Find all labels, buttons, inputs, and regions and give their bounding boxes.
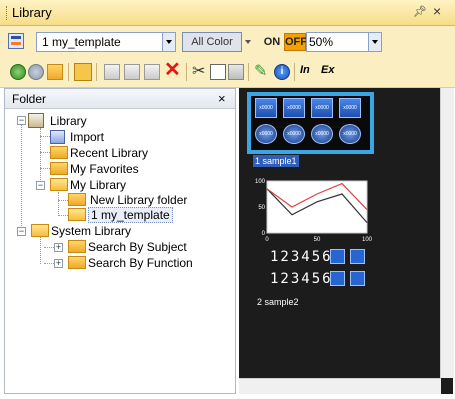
- round-button-preview: x0000: [283, 124, 305, 144]
- chevron-down-icon[interactable]: [368, 33, 381, 51]
- tree-item-new-library-folder[interactable]: New Library folder: [90, 193, 187, 207]
- plot-area: [266, 180, 368, 234]
- ex-tool-icon[interactable]: Ex: [321, 64, 334, 76]
- library-root-icon: [28, 113, 44, 128]
- close-window-button[interactable]: ×: [433, 3, 441, 19]
- open-folder-icon: [68, 208, 86, 221]
- sample1-label[interactable]: 1 sample1: [253, 155, 299, 167]
- x-tick-label: 0: [265, 237, 269, 242]
- sample2-line-chart: 0 50 100100500: [255, 179, 373, 242]
- expand-search-by-function-toggle[interactable]: +: [54, 259, 63, 268]
- edit-pencil-icon[interactable]: ✎: [254, 64, 270, 80]
- delete-icon[interactable]: ✕: [164, 60, 181, 80]
- chevron-down-icon[interactable]: [162, 33, 175, 51]
- pin-icon[interactable]: 📌︎: [413, 5, 427, 18]
- folder-icon: [68, 240, 86, 253]
- expand-search-by-subject-toggle[interactable]: +: [54, 243, 63, 252]
- template-select-value: 1 my_template: [42, 35, 121, 49]
- round-button-preview: x0000: [255, 124, 277, 144]
- off-button[interactable]: OFF: [284, 33, 307, 51]
- y-tick-label: 100: [255, 179, 266, 185]
- export-icon[interactable]: [144, 64, 160, 80]
- all-color-dropdown-icon[interactable]: [243, 33, 255, 51]
- square-button-preview: x0000: [255, 98, 277, 118]
- collapse-library-toggle[interactable]: −: [17, 116, 26, 125]
- folder-up-icon[interactable]: [47, 64, 63, 80]
- x-tick-label: 50: [314, 237, 321, 242]
- close-folder-panel-button[interactable]: ×: [218, 91, 226, 106]
- tree-item-library[interactable]: Library: [50, 114, 87, 128]
- numeric-display: 123456: [270, 249, 333, 265]
- open-folder-icon: [50, 178, 68, 191]
- folder-icon: [68, 256, 86, 269]
- folder-tree-toggle-icon[interactable]: [74, 63, 92, 81]
- lamp-indicator: [330, 249, 345, 264]
- back-icon[interactable]: [10, 64, 26, 80]
- x-tick-label: 100: [362, 237, 373, 242]
- y-tick-label: 50: [258, 205, 265, 211]
- lamp-indicator: [350, 249, 365, 264]
- tree-item-system-library[interactable]: System Library: [51, 224, 131, 238]
- collapse-system-library-toggle[interactable]: −: [17, 227, 26, 236]
- tree-item-my-favorites[interactable]: My Favorites: [70, 162, 139, 176]
- vertical-scrollbar[interactable]: [440, 88, 454, 378]
- all-color-button[interactable]: All Color: [182, 32, 242, 52]
- lamp-indicator: [350, 271, 365, 286]
- library-icon[interactable]: [8, 33, 24, 49]
- square-button-preview: x0000: [283, 98, 305, 118]
- round-button-preview: x0000: [339, 124, 361, 144]
- paste-icon[interactable]: [228, 64, 244, 80]
- folder-icon: [50, 162, 68, 175]
- tree-item-my-template[interactable]: 1 my_template: [88, 207, 173, 223]
- tree-item-import[interactable]: Import: [70, 130, 104, 144]
- horizontal-scrollbar[interactable]: [239, 378, 441, 394]
- title-bar: [0, 0, 455, 26]
- zoom-select-value: 50%: [309, 35, 334, 49]
- new-item-icon[interactable]: [124, 64, 140, 80]
- folder-icon: [50, 146, 68, 159]
- copy-icon[interactable]: [210, 64, 226, 80]
- drag-grip[interactable]: [6, 6, 8, 20]
- new-folder-icon: [68, 193, 86, 206]
- text-tool-icon[interactable]: In: [300, 64, 310, 76]
- on-button[interactable]: ON: [261, 33, 283, 51]
- window-title: Library: [12, 5, 52, 20]
- square-button-preview: x0000: [339, 98, 361, 118]
- new-folder-icon[interactable]: [104, 64, 120, 80]
- sample2-label[interactable]: 2 sample2: [257, 297, 299, 307]
- round-button-preview: x0000: [311, 124, 333, 144]
- info-icon[interactable]: i: [274, 64, 290, 80]
- import-icon: [50, 130, 65, 144]
- numeric-display: 123456: [270, 271, 333, 287]
- tree-item-recent-library[interactable]: Recent Library: [70, 146, 148, 160]
- cut-icon[interactable]: ✂: [192, 64, 208, 80]
- folder-panel-title: Folder: [12, 92, 47, 106]
- tree-item-my-library[interactable]: My Library: [70, 178, 126, 192]
- square-button-preview: x0000: [311, 98, 333, 118]
- open-folder-icon: [31, 224, 49, 237]
- tree-item-search-by-function[interactable]: Search By Function: [88, 256, 193, 270]
- collapse-my-library-toggle[interactable]: −: [36, 181, 45, 190]
- tree-item-search-by-subject[interactable]: Search By Subject: [88, 240, 187, 254]
- forward-icon[interactable]: [28, 64, 44, 80]
- lamp-indicator: [330, 271, 345, 286]
